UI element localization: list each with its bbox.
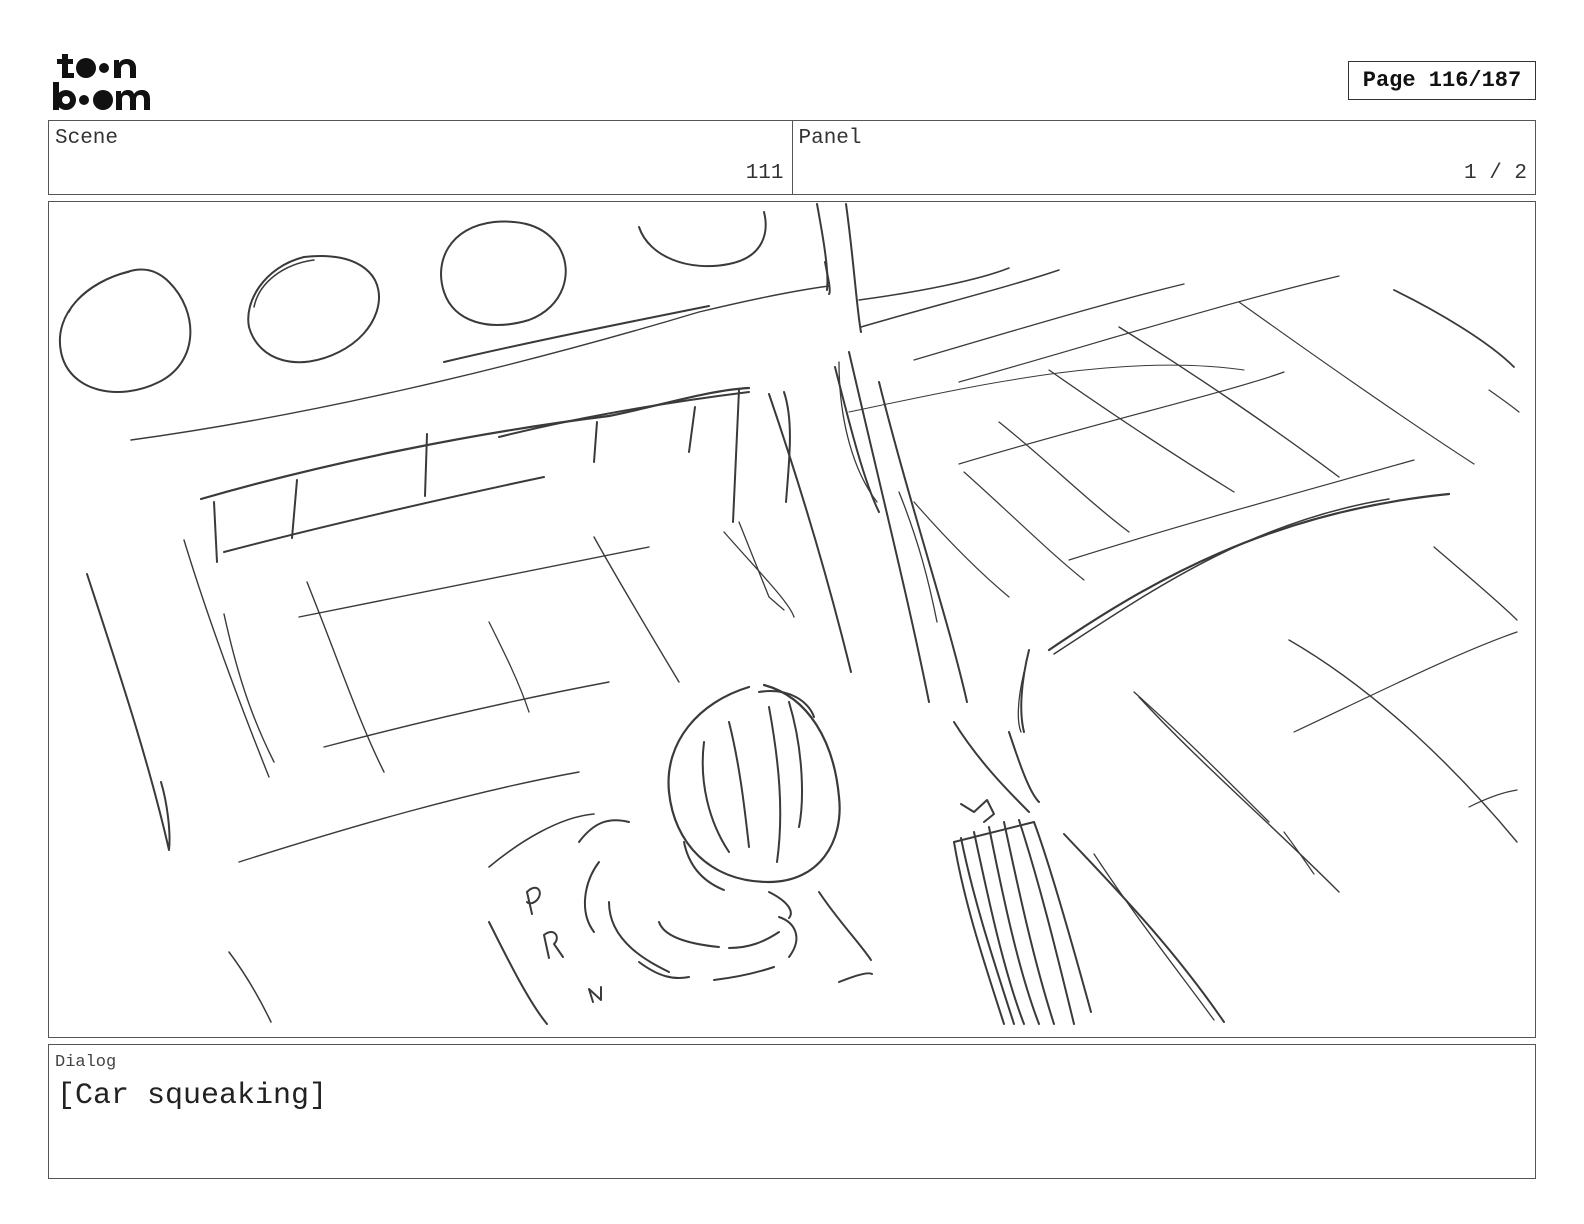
scene-number: 111 [745,162,784,185]
dialog-label: Dialog [55,1053,117,1072]
scene-label: Scene [55,127,119,150]
page-number-text: Page 116/187 [1362,68,1522,93]
seat-and-steering-column [1008,492,1518,1023]
console-verticals [86,389,852,1023]
toonboom-logo [53,54,150,110]
center-pillar [816,203,1030,813]
dialog-box: Dialog [Car squeaking] [48,1044,1536,1179]
dashboard-gauges [58,211,767,393]
steering-stalk [953,799,1092,1025]
page-number-badge: Page 116/187 [1348,61,1536,100]
scene-panel-info-row: Scene 111 Panel 1 / 2 [48,120,1536,195]
gear-shift-knob [667,683,841,891]
panel-label: Panel [798,127,862,150]
scene-cell: Scene 111 [49,121,792,194]
car-interior-sketch [58,203,1520,1025]
dashboard-lines [130,285,830,863]
panel-cell: Panel 1 / 2 [791,121,1536,194]
dialog-text: [Car squeaking] [57,1079,328,1113]
right-windshield-grid [848,267,1520,598]
gear-selector [488,813,873,1025]
panel-number: 1 / 2 [1463,162,1527,185]
storyboard-panel-frame [48,201,1536,1038]
